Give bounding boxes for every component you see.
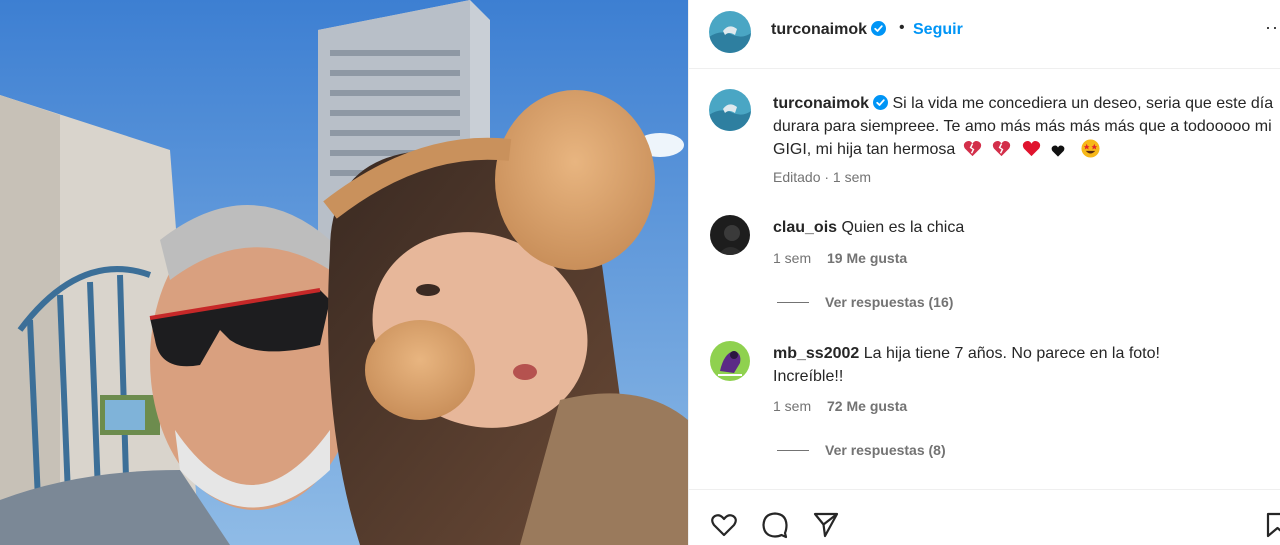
action-bar xyxy=(689,489,1280,545)
author-avatar[interactable] xyxy=(709,11,751,53)
comment-body: Quien es la chica xyxy=(841,219,965,236)
heart-icon[interactable] xyxy=(709,510,739,540)
comment-likes[interactable]: 72 Me gusta xyxy=(827,398,907,414)
share-icon[interactable] xyxy=(811,510,841,540)
caption-author-avatar[interactable] xyxy=(709,89,751,131)
comment-meta: 1 sem 72 Me gusta xyxy=(773,398,907,414)
replies-divider xyxy=(777,302,809,303)
comment-username[interactable]: mb_ss2002 xyxy=(773,345,859,362)
heart-red-icon xyxy=(1022,139,1041,158)
replies-divider xyxy=(777,450,809,451)
caption-meta: Editado · 1 sem xyxy=(773,169,872,185)
comment-meta: 1 sem 19 Me gusta xyxy=(773,250,907,266)
comment-time[interactable]: 1 sem xyxy=(773,250,811,266)
star-eyes-face-icon xyxy=(1081,139,1100,158)
post-sidebar: turconaimok • Seguir ·· turconaimok Si l… xyxy=(688,0,1280,545)
comment-text: mb_ss2002 La hija tiene 7 años. No parec… xyxy=(773,342,1213,388)
comment-avatar[interactable] xyxy=(710,341,750,381)
heart-broken-icon xyxy=(992,139,1011,158)
comment-time[interactable]: 1 sem xyxy=(773,398,811,414)
post-caption: turconaimok Si la vida me concediera un … xyxy=(773,92,1280,161)
follow-button[interactable]: Seguir xyxy=(913,21,963,39)
post-image xyxy=(0,0,688,545)
comment-icon[interactable] xyxy=(760,510,790,540)
heart-broken-icon xyxy=(963,139,982,158)
comment-username[interactable]: clau_ois xyxy=(773,219,837,236)
view-replies-label[interactable]: Ver respuestas (16) xyxy=(825,294,953,310)
verified-badge-icon xyxy=(873,94,889,110)
post-photo[interactable] xyxy=(0,0,688,545)
view-replies-button[interactable]: Ver respuestas (8) xyxy=(777,442,946,458)
verified-badge-icon xyxy=(871,21,887,36)
caption-username[interactable]: turconaimok xyxy=(773,95,869,112)
more-options-icon[interactable]: ·· xyxy=(1265,17,1279,38)
author-username[interactable]: turconaimok xyxy=(771,21,887,39)
heart-black-icon xyxy=(1051,142,1070,161)
author-username-text[interactable]: turconaimok xyxy=(771,21,867,38)
view-replies-button[interactable]: Ver respuestas (16) xyxy=(777,294,953,310)
comment-text: clau_ois Quien es la chica xyxy=(773,216,1213,239)
comment-avatar[interactable] xyxy=(710,215,750,255)
post-header: turconaimok • Seguir ·· xyxy=(689,0,1280,69)
view-replies-label[interactable]: Ver respuestas (8) xyxy=(825,442,946,458)
save-icon[interactable] xyxy=(1265,510,1280,540)
header-separator: • xyxy=(899,19,905,36)
comment-likes[interactable]: 19 Me gusta xyxy=(827,250,907,266)
